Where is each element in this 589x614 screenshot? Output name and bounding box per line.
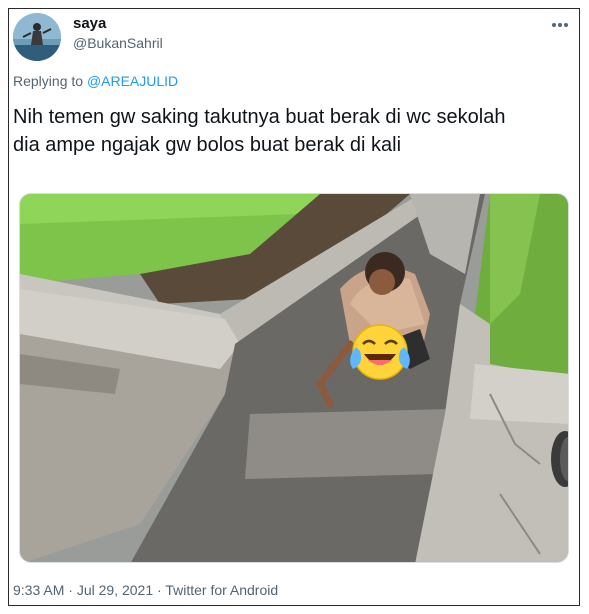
tweet-text-line: Nih temen gw saking takutnya buat berak …	[13, 106, 506, 128]
tweet-text: Nih temen gw saking takutnya buat berak …	[13, 103, 573, 159]
tweet-date[interactable]: Jul 29, 2021	[77, 582, 153, 598]
avatar[interactable]	[13, 13, 61, 61]
author-name[interactable]: saya	[73, 15, 106, 32]
tweet-source: Twitter for Android	[165, 582, 279, 598]
tweet-time[interactable]: 9:33 AM	[13, 582, 64, 598]
author-handle[interactable]: @BukanSahril	[73, 35, 163, 51]
more-options-button[interactable]	[551, 15, 569, 33]
reply-mention-link[interactable]: @AREAJULID	[87, 73, 178, 89]
replying-to-label: Replying to	[13, 73, 87, 89]
separator-dot: ·	[153, 582, 166, 598]
tweet-card: saya @BukanSahril Replying to @AREAJULID…	[8, 8, 580, 606]
tweet-footer: 9:33 AM · Jul 29, 2021 · Twitter for And…	[13, 582, 278, 598]
tweet-photo[interactable]	[19, 193, 569, 563]
tweet-text-line: dia ampe ngajak gw bolos buat berak di k…	[13, 134, 402, 156]
more-horizontal-icon	[552, 23, 568, 27]
separator-dot: ·	[64, 582, 77, 598]
photo-scene	[20, 194, 568, 562]
avatar-image	[13, 13, 61, 61]
replying-to: Replying to @AREAJULID	[13, 73, 178, 89]
